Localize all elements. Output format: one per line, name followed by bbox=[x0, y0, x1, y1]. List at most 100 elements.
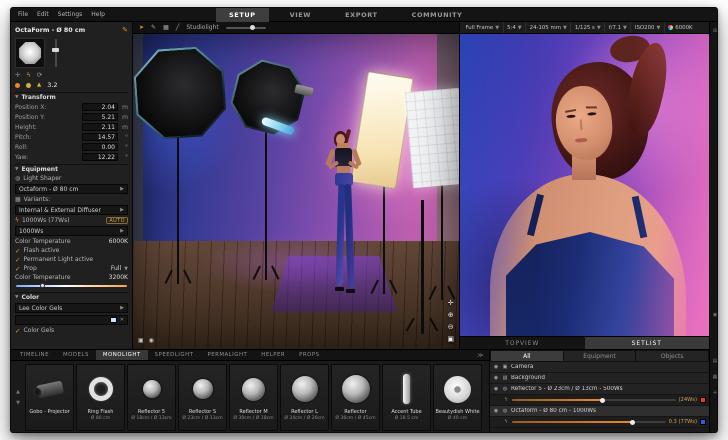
pitch-input[interactable]: 14.57 bbox=[82, 133, 118, 141]
pan-icon[interactable]: ✛ bbox=[448, 299, 454, 307]
menu-file[interactable]: File bbox=[18, 11, 28, 18]
equipment-card-accent-tube[interactable]: Accent Tube Ø 18.5 cm bbox=[382, 364, 431, 431]
grid-icon[interactable]: ▦ bbox=[710, 374, 718, 380]
aperture-dropdown[interactable]: f/7.1 ▼ bbox=[605, 22, 631, 33]
color-section-header[interactable]: ▼ Color bbox=[15, 292, 128, 302]
zoom-out-icon[interactable]: ⊖ bbox=[448, 323, 454, 331]
equipment-card-reflector-xl[interactable]: Reflector Ø 36cm / Ø 45cm bbox=[331, 364, 380, 431]
tab-props[interactable]: PROPS bbox=[292, 350, 326, 360]
prop-value-dropdown[interactable]: Full bbox=[111, 265, 121, 272]
roll-input[interactable]: 0.00 bbox=[82, 143, 118, 151]
shaper-dropdown[interactable]: Octaform - Ø 80 cm ▶ bbox=[15, 184, 128, 194]
equipment-card-reflector-l[interactable]: Reflector L Ø 34cm / Ø 26cm bbox=[280, 364, 329, 431]
target-icon[interactable]: ◉ bbox=[149, 337, 154, 344]
tab-setlist[interactable]: SETLIST bbox=[585, 337, 710, 349]
tab-export[interactable]: EXPORT bbox=[332, 8, 391, 22]
tab-community[interactable]: COMMUNITY bbox=[399, 8, 476, 22]
filter-equipment[interactable]: Equipment bbox=[564, 351, 636, 361]
power-slider[interactable] bbox=[512, 399, 676, 401]
light-stand[interactable] bbox=[177, 134, 179, 284]
eye-icon[interactable]: ◉ bbox=[493, 375, 499, 381]
equipment-card-reflector5[interactable]: Reflector 5 Ø 18cm / Ø 13cm bbox=[127, 364, 176, 431]
filter-all[interactable]: All bbox=[491, 351, 563, 361]
camera-render-view[interactable] bbox=[460, 34, 710, 336]
light-stand[interactable] bbox=[383, 182, 385, 294]
shutter-dropdown[interactable]: 1/125 s ▼ bbox=[571, 22, 605, 33]
c-stand[interactable] bbox=[421, 200, 424, 334]
eye-icon[interactable]: ◉ bbox=[493, 408, 499, 414]
equipment-card-ringflash[interactable]: Ring Flash Ø 80 cm bbox=[76, 364, 125, 431]
zoom-in-icon[interactable]: ⊕ bbox=[448, 311, 454, 319]
permanent-light-row[interactable]: ✓ Permanent Light active bbox=[15, 255, 128, 264]
rotate-icon[interactable]: ⟳ bbox=[37, 71, 42, 79]
light-preview[interactable] bbox=[15, 38, 45, 68]
eye-icon[interactable]: ◉ bbox=[493, 364, 499, 370]
menu-edit[interactable]: Edit bbox=[37, 11, 49, 18]
tab-timeline[interactable]: TIMELINE bbox=[13, 350, 56, 360]
scroll-down-icon[interactable]: ▼ bbox=[16, 400, 20, 406]
filter-objects[interactable]: Objects bbox=[636, 351, 708, 361]
slider-handle[interactable] bbox=[40, 283, 45, 288]
grid-tool-icon[interactable]: ▦ bbox=[163, 24, 169, 31]
transform-section-header[interactable]: ▼ Transform bbox=[15, 92, 128, 102]
height-input[interactable]: 2.11 bbox=[82, 123, 118, 131]
panel-softbox[interactable] bbox=[405, 88, 459, 188]
fit-view-icon[interactable]: ▣ bbox=[447, 335, 454, 343]
intensity-slider[interactable] bbox=[51, 38, 61, 68]
add-icon[interactable]: ✛ bbox=[710, 390, 718, 396]
move-icon[interactable]: ✛ bbox=[15, 71, 20, 79]
equipment-section-header[interactable]: ▼ Equipment bbox=[15, 164, 128, 174]
light-stand[interactable] bbox=[265, 128, 267, 280]
slider-handle[interactable] bbox=[250, 25, 255, 30]
list-icon[interactable]: ▤ bbox=[710, 358, 718, 364]
equipment-card-gobo[interactable]: Gobo - Projector bbox=[25, 364, 74, 431]
scroll-up-icon[interactable]: ▲ bbox=[16, 389, 20, 395]
model-figure[interactable] bbox=[325, 131, 369, 296]
panel-toggle-icon[interactable]: ⊞ bbox=[710, 28, 718, 34]
eye-icon[interactable]: ◉ bbox=[493, 386, 499, 392]
slider-handle[interactable] bbox=[52, 48, 59, 52]
checkmark-icon[interactable]: ✓ bbox=[15, 256, 20, 264]
checkmark-icon[interactable]: ✓ bbox=[15, 327, 20, 335]
light-stand[interactable] bbox=[441, 184, 443, 300]
menu-settings[interactable]: Settings bbox=[58, 11, 83, 18]
layer-row-background[interactable]: ◉ ▨ Background bbox=[490, 373, 709, 384]
power-slider[interactable] bbox=[512, 421, 666, 423]
position-x-input[interactable]: 2.04 bbox=[82, 103, 118, 111]
iso-dropdown[interactable]: ISO200 ▼ bbox=[631, 22, 664, 33]
tab-monolight[interactable]: MONOLIGHT bbox=[96, 350, 148, 360]
auto-button[interactable]: AUTO bbox=[106, 217, 128, 224]
flash-active-row[interactable]: ✓ Flash active bbox=[15, 246, 128, 255]
studiolight-slider[interactable] bbox=[226, 27, 266, 29]
layer-row-camera[interactable]: ◉ ▣ Camera bbox=[490, 362, 709, 373]
format-dropdown[interactable]: Full Frame ▼ bbox=[462, 22, 504, 33]
studio-scene[interactable]: ✛ ⊕ ⊖ ▣ ▣ ◉ bbox=[133, 34, 459, 349]
more-chevrons-icon[interactable]: ≫ bbox=[472, 350, 489, 360]
variants-dropdown[interactable]: Internal & External Diffuser ▶ bbox=[15, 205, 128, 215]
tab-permalight[interactable]: PERMALIGHT bbox=[200, 350, 254, 360]
pencil-tool-icon[interactable]: ✎ bbox=[151, 24, 156, 31]
lens-dropdown[interactable]: 24-105 mm ▼ bbox=[526, 22, 571, 33]
flash-bolt-icon[interactable]: ϟ bbox=[26, 71, 30, 79]
checkmark-icon[interactable]: ✓ bbox=[15, 265, 20, 273]
yaw-input[interactable]: 12.22 bbox=[82, 153, 118, 161]
target-icon[interactable]: ◉ bbox=[710, 312, 718, 318]
equipment-card-reflector-m[interactable]: Reflector M Ø 30cm / Ø 18cm bbox=[229, 364, 278, 431]
color-temp-slider[interactable] bbox=[16, 282, 127, 290]
checkmark-icon[interactable]: ✓ bbox=[15, 247, 20, 255]
tab-view[interactable]: VIEW bbox=[277, 8, 324, 22]
ratio-dropdown[interactable]: 5:4 ▼ bbox=[504, 22, 527, 33]
layer-color-swatch[interactable] bbox=[700, 397, 706, 403]
edit-pencil-icon[interactable]: ✎ bbox=[122, 26, 128, 34]
position-y-input[interactable]: 5.21 bbox=[82, 113, 118, 121]
slider-handle[interactable] bbox=[600, 398, 605, 403]
tab-helper[interactable]: HELPER bbox=[254, 350, 292, 360]
gels-dropdown[interactable]: Lee Color Gels ▶ bbox=[15, 303, 128, 313]
layer-row-octaform[interactable]: ◉ ◍ Octaform - Ø 80 cm - 1000Ws bbox=[490, 406, 709, 417]
tab-setup[interactable]: SETUP bbox=[216, 8, 269, 22]
tab-models[interactable]: MODELS bbox=[56, 350, 96, 360]
power-dropdown[interactable]: 1000Ws ▶ bbox=[15, 226, 128, 236]
clear-icon[interactable]: ✕ bbox=[120, 317, 124, 323]
frame-icon[interactable]: ▣ bbox=[138, 337, 144, 344]
gel-color-row[interactable]: ✕ bbox=[15, 315, 128, 325]
